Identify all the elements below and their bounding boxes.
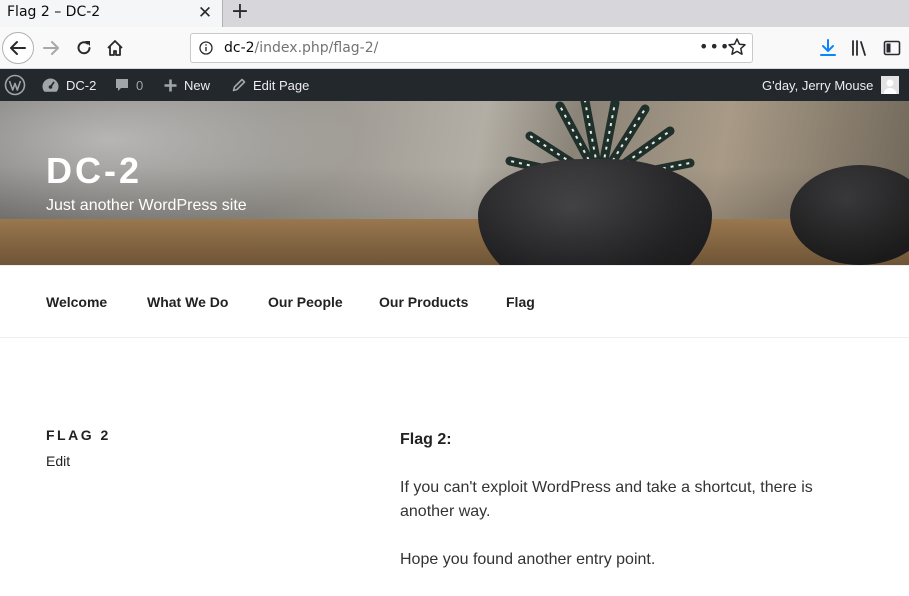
content-heading: Flag 2: — [400, 431, 452, 448]
home-icon — [107, 40, 123, 56]
url-text[interactable]: dc-2/index.php/flag-2/ — [224, 40, 378, 56]
reload-button[interactable] — [71, 35, 97, 61]
arrow-right-icon — [43, 41, 59, 55]
new-content-menu[interactable]: New — [163, 69, 210, 101]
download-icon[interactable] — [818, 38, 838, 58]
tab-strip: Flag 2 – DC-2 ✕ + — [0, 0, 909, 27]
pencil-icon — [232, 78, 246, 92]
home-button[interactable] — [102, 35, 128, 61]
new-tab-button[interactable]: + — [229, 1, 251, 23]
url-path: /index.php/flag-2/ — [254, 40, 379, 56]
nav-toolbar: dc-2/index.php/flag-2/ ••• — [0, 27, 909, 69]
tab-title: Flag 2 – DC-2 — [7, 4, 101, 20]
page-actions-icon[interactable]: ••• — [699, 37, 730, 56]
menu-item-our-people[interactable]: Our People — [268, 294, 343, 310]
url-host: dc-2 — [224, 40, 255, 56]
primary-menu: Welcome What We Do Our People Our Produc… — [0, 265, 909, 338]
library-icon[interactable] — [850, 38, 870, 58]
new-label: New — [184, 77, 211, 93]
wp-admin-bar: DC-2 0 New Edit Page G'day, Jerry Mouse — [0, 69, 909, 101]
site-description: Just another WordPress site — [46, 197, 247, 214]
bookmark-star-icon[interactable] — [727, 37, 747, 57]
comments-count: 0 — [136, 77, 144, 93]
wp-logo-menu[interactable] — [4, 69, 32, 101]
sidebar-icon[interactable] — [882, 38, 902, 58]
wordpress-logo-icon — [4, 74, 26, 96]
site-name-label: DC-2 — [66, 77, 97, 93]
edit-page-label: Edit Page — [253, 77, 310, 93]
reload-icon — [77, 41, 91, 55]
user-avatar-icon — [883, 79, 897, 94]
back-button[interactable] — [2, 32, 34, 64]
content-paragraph-2: Hope you found another entry point. — [400, 551, 656, 568]
browser-tab[interactable]: Flag 2 – DC-2 ✕ — [0, 0, 223, 27]
dashboard-gauge-icon — [42, 78, 59, 92]
url-bar[interactable]: dc-2/index.php/flag-2/ ••• — [190, 33, 753, 63]
content-paragraph-1: If you can't exploit WordPress and take … — [400, 479, 813, 520]
plus-icon — [164, 79, 177, 91]
menu-item-what-we-do[interactable]: What We Do — [147, 294, 228, 310]
forward-button[interactable] — [38, 35, 64, 61]
page-content: Flag 2: If you can't exploit WordPress a… — [400, 428, 840, 596]
comments-menu[interactable]: 0 — [114, 69, 143, 101]
close-tab-icon[interactable]: ✕ — [195, 3, 215, 23]
account-menu[interactable]: G'day, Jerry Mouse — [762, 69, 900, 101]
site-title[interactable]: DC-2 — [46, 150, 142, 192]
menu-item-our-products[interactable]: Our Products — [379, 294, 468, 310]
page-title: FLAG 2 — [46, 427, 111, 443]
menu-item-welcome[interactable]: Welcome — [46, 294, 107, 310]
greeting-label: G'day, Jerry Mouse — [762, 77, 874, 93]
edit-page-menu[interactable]: Edit Page — [231, 69, 309, 101]
site-info-icon[interactable] — [199, 41, 213, 55]
edit-link[interactable]: Edit — [46, 453, 70, 469]
arrow-left-icon — [10, 41, 26, 55]
avatar — [881, 76, 900, 94]
comment-bubble-icon — [116, 79, 128, 91]
menu-item-flag[interactable]: Flag — [506, 294, 535, 310]
site-name-menu[interactable]: DC-2 — [41, 69, 96, 101]
